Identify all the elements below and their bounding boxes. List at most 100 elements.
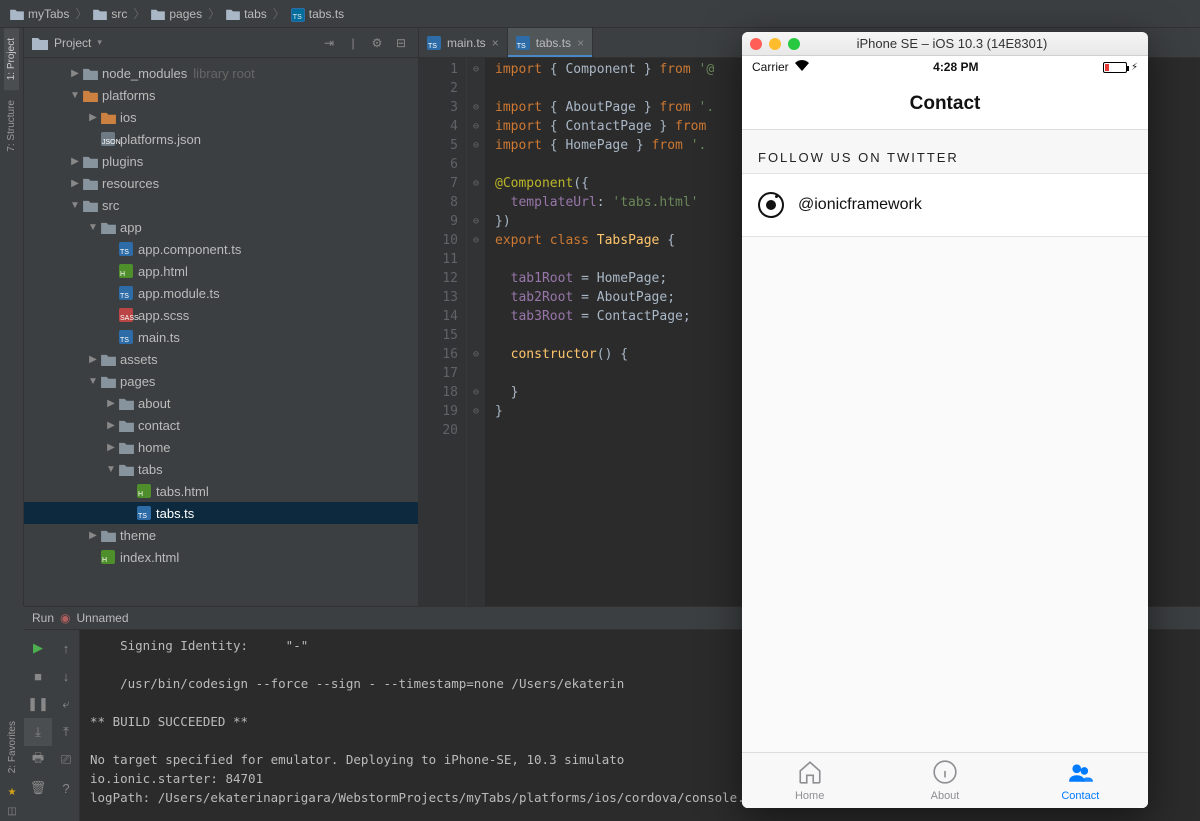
file-icon <box>118 397 134 410</box>
simulator-window[interactable]: iPhone SE – iOS 10.3 (14E8301) Carrier 4… <box>742 32 1148 808</box>
stop-button[interactable]: ■ <box>24 662 52 690</box>
tree-arrow-icon[interactable]: ▼ <box>68 200 82 211</box>
file-icon: TS <box>118 330 134 344</box>
project-tree[interactable]: ▶node_moduleslibrary root▼platforms▶iosJ… <box>24 58 418 606</box>
tree-item[interactable]: ▶theme <box>24 524 418 546</box>
filter-icon[interactable]: ⎚ <box>52 746 80 774</box>
tabbar-item[interactable]: Home <box>742 753 877 808</box>
tree-arrow-icon[interactable]: ▼ <box>68 90 82 101</box>
list-item[interactable]: @ionicframework <box>742 174 1148 237</box>
run-config-name[interactable]: Unnamed <box>77 611 129 625</box>
tree-item[interactable]: TSapp.module.ts <box>24 282 418 304</box>
settings-divider-icon: | <box>344 34 362 52</box>
tree-item[interactable]: ▶ios <box>24 106 418 128</box>
file-icon <box>82 177 98 190</box>
tree-arrow-icon[interactable]: ▶ <box>68 178 82 189</box>
project-icon <box>32 36 48 50</box>
zoom-icon[interactable] <box>788 38 800 50</box>
project-panel-title: Project <box>54 36 91 50</box>
tabbar-item[interactable]: Contact <box>1013 753 1148 808</box>
tree-item[interactable]: ▼app <box>24 216 418 238</box>
tree-item[interactable]: ▶plugins <box>24 150 418 172</box>
print-icon[interactable]: 🖶 <box>24 746 52 774</box>
tree-item[interactable]: TStabs.ts <box>24 502 418 524</box>
left-bottom-strip: 2: Favorites ★ ◫ <box>0 606 24 821</box>
hide-icon[interactable]: ⊟ <box>392 34 410 52</box>
breadcrumb-item[interactable]: TStabs.ts <box>287 7 348 21</box>
window-status-icon[interactable]: ◫ <box>7 802 16 821</box>
tree-item[interactable]: ▶assets <box>24 348 418 370</box>
tree-item[interactable]: ▶resources <box>24 172 418 194</box>
tree-item[interactable]: Hindex.html <box>24 546 418 568</box>
close-icon[interactable] <box>750 38 762 50</box>
tree-item[interactable]: ▶home <box>24 436 418 458</box>
file-icon <box>118 463 134 476</box>
soft-wrap-icon[interactable]: ⤶ <box>52 690 80 718</box>
chevron-down-icon[interactable]: ▾ <box>97 37 102 48</box>
run-button[interactable]: ▶ <box>24 634 52 662</box>
breadcrumb-item[interactable]: pages <box>147 7 206 21</box>
tree-item[interactable]: Happ.html <box>24 260 418 282</box>
tree-item[interactable]: SASSapp.scss <box>24 304 418 326</box>
wifi-icon <box>795 60 809 74</box>
folder-icon <box>10 8 24 20</box>
tree-arrow-icon[interactable]: ▼ <box>86 376 100 387</box>
tree-arrow-icon[interactable]: ▶ <box>68 68 82 79</box>
nav-title: Contact <box>742 78 1148 130</box>
scroll-end-icon[interactable]: ⤓ <box>24 718 52 746</box>
tree-item[interactable]: ▶contact <box>24 414 418 436</box>
tree-arrow-icon[interactable]: ▶ <box>86 530 100 541</box>
minimize-icon[interactable] <box>769 38 781 50</box>
run-toolbar: ▶ ↑ ■ ↓ ❚❚ ⤶ ⤓ ⤒ 🖶 ⎚ 🗑 ? <box>24 630 80 821</box>
tree-arrow-icon[interactable]: ▶ <box>86 354 100 365</box>
simulator-titlebar[interactable]: iPhone SE – iOS 10.3 (14E8301) <box>742 32 1148 56</box>
close-tab-icon[interactable]: × <box>492 36 499 50</box>
tree-arrow-icon[interactable]: ▶ <box>86 112 100 123</box>
gear-icon[interactable]: ⚙ <box>368 34 386 52</box>
breadcrumb-item[interactable]: myTabs <box>6 7 73 21</box>
tree-arrow-icon[interactable]: ▶ <box>68 156 82 167</box>
project-panel: Project ▾ ⇥ | ⚙ ⊟ ▶node_moduleslibrary r… <box>24 28 419 606</box>
run-config-icon: ◉ <box>60 611 70 625</box>
scroll-end2-icon[interactable]: ⤒ <box>52 718 80 746</box>
ts-file-icon: TS <box>516 36 530 50</box>
close-tab-icon[interactable]: × <box>577 36 584 50</box>
tree-arrow-icon[interactable]: ▶ <box>104 420 118 431</box>
help-icon[interactable]: ? <box>52 774 80 802</box>
tree-item[interactable]: JSONplatforms.json <box>24 128 418 150</box>
tree-item[interactable]: TSmain.ts <box>24 326 418 348</box>
file-icon <box>100 111 116 124</box>
file-icon <box>82 67 98 80</box>
tree-item[interactable]: ▼pages <box>24 370 418 392</box>
tree-arrow-icon[interactable]: ▶ <box>104 442 118 453</box>
tree-arrow-icon[interactable]: ▼ <box>104 464 118 475</box>
tool-project[interactable]: 1: Project <box>4 28 19 90</box>
tree-item[interactable]: ▶about <box>24 392 418 414</box>
editor-tab[interactable]: TSmain.ts× <box>419 28 508 57</box>
up-icon[interactable]: ↑ <box>52 634 80 662</box>
breadcrumb-item[interactable]: src <box>89 7 131 21</box>
tool-structure[interactable]: 7: Structure <box>4 90 19 162</box>
tree-item[interactable]: ▼src <box>24 194 418 216</box>
file-icon: TS <box>118 242 134 256</box>
tree-item[interactable]: Htabs.html <box>24 480 418 502</box>
tabbar-item[interactable]: About <box>877 753 1012 808</box>
tree-item[interactable]: ▶node_moduleslibrary root <box>24 62 418 84</box>
collapse-icon[interactable]: ⇥ <box>320 34 338 52</box>
status-bar: Carrier 4:28 PM ⚡︎ <box>742 56 1148 78</box>
down-icon[interactable]: ↓ <box>52 662 80 690</box>
file-icon <box>100 221 116 234</box>
file-icon: H <box>100 550 116 564</box>
tree-arrow-icon[interactable]: ▶ <box>104 398 118 409</box>
breadcrumb-item[interactable]: tabs <box>222 7 271 21</box>
tool-favorites[interactable]: 2: Favorites <box>5 711 20 783</box>
fold-column[interactable]: ⊖⊖⊖⊖⊖⊖⊖⊖⊖⊖ <box>467 58 485 606</box>
tree-item[interactable]: ▼platforms <box>24 84 418 106</box>
trash-icon[interactable]: 🗑 <box>24 774 52 802</box>
tree-item[interactable]: ▼tabs <box>24 458 418 480</box>
pause-button[interactable]: ❚❚ <box>24 690 52 718</box>
list-item-label: @ionicframework <box>798 196 922 214</box>
editor-tab[interactable]: TStabs.ts× <box>508 28 593 57</box>
tree-item[interactable]: TSapp.component.ts <box>24 238 418 260</box>
tree-arrow-icon[interactable]: ▼ <box>86 222 100 233</box>
